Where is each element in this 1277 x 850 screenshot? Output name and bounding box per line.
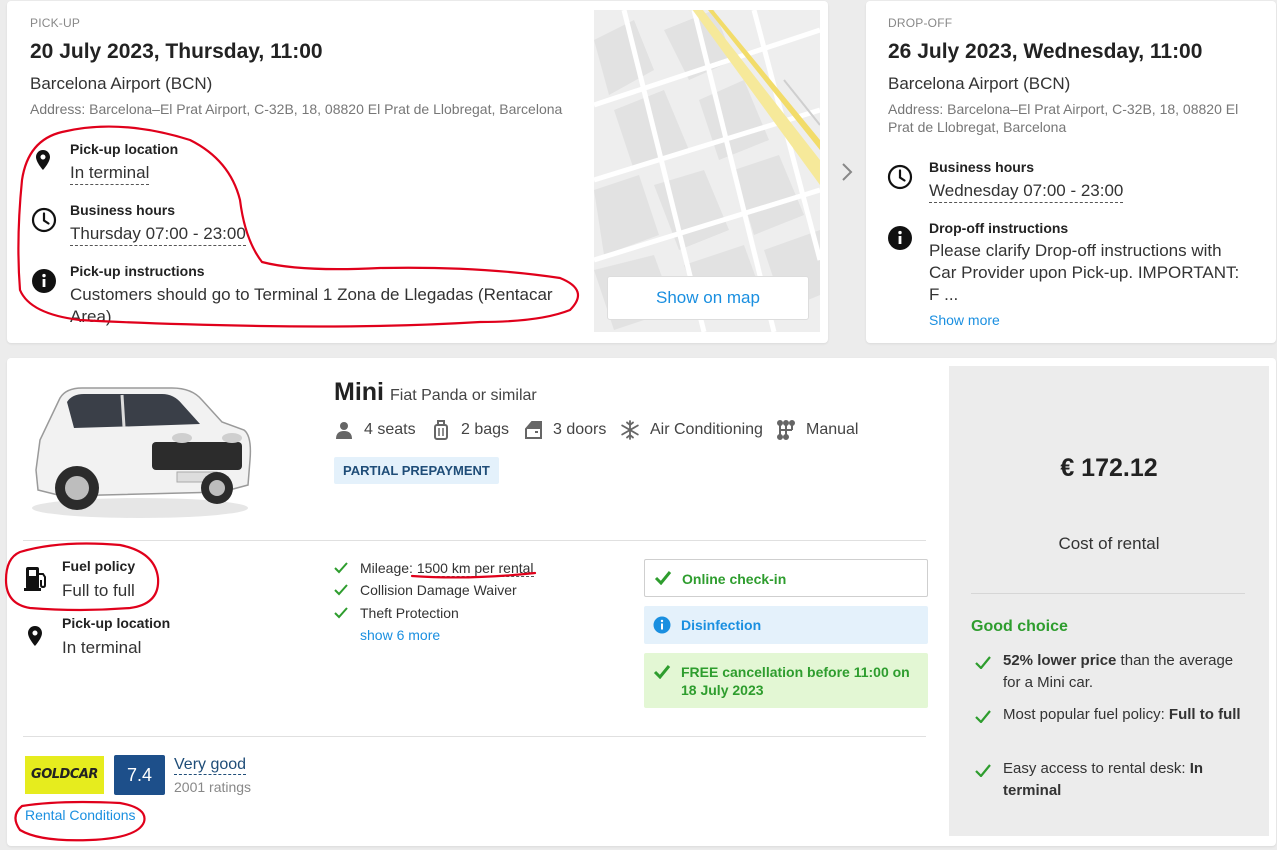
pickup-instructions-line2: Area) xyxy=(70,307,112,326)
dropoff-instructions-title: Drop-off instructions xyxy=(929,220,1069,236)
pickup-card: PICK-UP 20 July 2023, Thursday, 11:00 Ba… xyxy=(7,1,828,343)
price-panel: € 172.12 Cost of rental Good choice 52% … xyxy=(949,366,1269,836)
mileage-prefix: Mileage: xyxy=(360,560,417,576)
fuel-policy-value: Full to full xyxy=(62,581,135,600)
cancellation-line2: 18 July 2023 xyxy=(681,682,764,698)
online-checkin-box: Online check-in xyxy=(644,559,928,597)
dropoff-address-line1: Address: Barcelona–El Prat Airport, C-32… xyxy=(888,101,1239,117)
online-checkin-label: Online check-in xyxy=(682,571,787,587)
show-on-map-button[interactable]: Show on map xyxy=(607,276,809,320)
check-icon xyxy=(975,710,991,723)
good-choice-title: Good choice xyxy=(971,618,1068,635)
car-door-icon xyxy=(525,421,542,439)
check-icon xyxy=(334,562,348,574)
info-icon xyxy=(653,616,671,634)
car-pickup-location-title: Pick-up location xyxy=(62,615,171,631)
disinfection-box: Disinfection xyxy=(644,606,928,644)
car-title: Mini Fiat Panda or similar xyxy=(334,378,537,407)
rating-count: 2001 ratings xyxy=(174,779,252,795)
free-cancellation-box: FREE cancellation before 11:00 on 18 Jul… xyxy=(644,653,928,708)
feature-doors-label: 3 doors xyxy=(553,421,607,438)
good-choice-item1-bold: 52% lower price xyxy=(1003,652,1117,669)
car-pickup-location-value: In terminal xyxy=(62,638,142,657)
show-more-inclusions-link[interactable]: show 6 more xyxy=(360,627,440,643)
clock-icon xyxy=(31,207,57,233)
pickup-location-value[interactable]: In terminal xyxy=(70,163,150,185)
snowflake-icon xyxy=(621,420,639,440)
dropoff-hours-title: Business hours xyxy=(929,159,1035,175)
goldcar-logo: GOLDCAR xyxy=(25,756,104,794)
dropoff-datetime: 26 July 2023, Wednesday, 11:00 xyxy=(888,40,1203,63)
check-icon xyxy=(334,584,348,596)
good-choice-item-desk: Easy access to rental desk: In terminal xyxy=(971,758,1251,802)
pickup-section-label: PICK-UP xyxy=(30,16,81,30)
dropoff-address-line2: Prat de Llobregat, Barcelona xyxy=(888,119,1067,135)
check-icon xyxy=(334,607,348,619)
dropoff-section-label: DROP-OFF xyxy=(888,16,953,30)
theft-label: Theft Protection xyxy=(360,605,459,621)
feature-transmission-label: Manual xyxy=(806,421,859,438)
rating-label[interactable]: Very good xyxy=(174,756,247,775)
rating-score: 7.4 xyxy=(114,755,165,795)
price-label: Cost of rental xyxy=(1058,534,1160,553)
check-icon xyxy=(654,571,672,585)
good-choice-item-fuel: Most popular fuel policy: Full to full xyxy=(971,704,1251,748)
pickup-address: Address: Barcelona–El Prat Airport, C-32… xyxy=(30,101,563,117)
pickup-map[interactable]: Show on map xyxy=(594,10,820,332)
pickup-instructions-line1: Customers should go to Terminal 1 Zona d… xyxy=(70,285,553,304)
car-category: Mini xyxy=(334,378,384,406)
check-icon xyxy=(975,764,991,777)
pickup-location-name: Barcelona Airport (BCN) xyxy=(30,74,213,93)
luggage-icon xyxy=(434,420,448,440)
pickup-location-title: Pick-up location xyxy=(70,141,179,157)
car-offer-card: Mini Fiat Panda or similar 4 seats 2 bags… xyxy=(7,358,1276,846)
pickup-hours-value[interactable]: Thursday 07:00 - 23:00 xyxy=(70,224,246,246)
info-icon xyxy=(32,269,56,293)
cancellation-line1: FREE cancellation before 11:00 on xyxy=(681,664,910,680)
map-pin-icon xyxy=(36,150,50,170)
divider xyxy=(23,736,926,737)
fuel-pump-icon xyxy=(24,567,46,591)
feature-bags-label: 2 bags xyxy=(461,421,510,438)
cdw-label: Collision Damage Waiver xyxy=(360,582,517,598)
person-icon xyxy=(336,422,352,439)
good-choice-item2-prefix: Most popular fuel policy: xyxy=(1003,706,1169,723)
feature-seats-label: 4 seats xyxy=(364,421,416,438)
gearbox-icon xyxy=(777,420,795,440)
clock-icon xyxy=(887,164,913,190)
pickup-datetime: 20 July 2023, Thursday, 11:00 xyxy=(30,40,323,63)
dropoff-card: DROP-OFF 26 July 2023, Wednesday, 11:00 … xyxy=(866,1,1276,343)
good-choice-item2-bold: Full to full xyxy=(1168,706,1241,723)
car-model: Fiat Panda or similar xyxy=(390,387,537,404)
dropoff-show-more-link[interactable]: Show more xyxy=(929,312,1000,328)
dropoff-instructions-line2: Car Provider upon Pick-up. IMPORTANT: xyxy=(929,263,1240,282)
fuel-policy-title: Fuel policy xyxy=(62,558,136,574)
pickup-hours-title: Business hours xyxy=(70,202,176,218)
good-choice-item-price: 52% lower price than the average for a M… xyxy=(971,650,1251,694)
car-image xyxy=(32,387,252,518)
check-icon xyxy=(653,665,671,679)
dropoff-instructions-line3: F ... xyxy=(929,285,959,304)
good-choice-item3-prefix: Easy access to rental desk: xyxy=(1003,760,1190,777)
divider xyxy=(23,540,926,541)
partial-prepayment-badge: PARTIAL PREPAYMENT xyxy=(334,457,499,484)
rental-price: € 172.12 xyxy=(1060,454,1158,482)
dropoff-location-name: Barcelona Airport (BCN) xyxy=(888,74,1071,93)
chevron-right-icon[interactable] xyxy=(838,160,856,184)
check-icon xyxy=(975,656,991,669)
dropoff-hours-value[interactable]: Wednesday 07:00 - 23:00 xyxy=(929,181,1124,203)
feature-ac-label: Air Conditioning xyxy=(650,421,763,438)
info-icon xyxy=(888,226,912,250)
map-pin-icon xyxy=(28,626,42,646)
pickup-instructions-title: Pick-up instructions xyxy=(70,263,205,279)
disinfection-label: Disinfection xyxy=(681,617,762,633)
divider xyxy=(971,593,1245,594)
dropoff-instructions-line1: Please clarify Drop-off instructions wit… xyxy=(929,241,1222,260)
mileage-value[interactable]: 1500 km per rental xyxy=(416,560,534,577)
rental-conditions-link[interactable]: Rental Conditions xyxy=(25,807,136,823)
